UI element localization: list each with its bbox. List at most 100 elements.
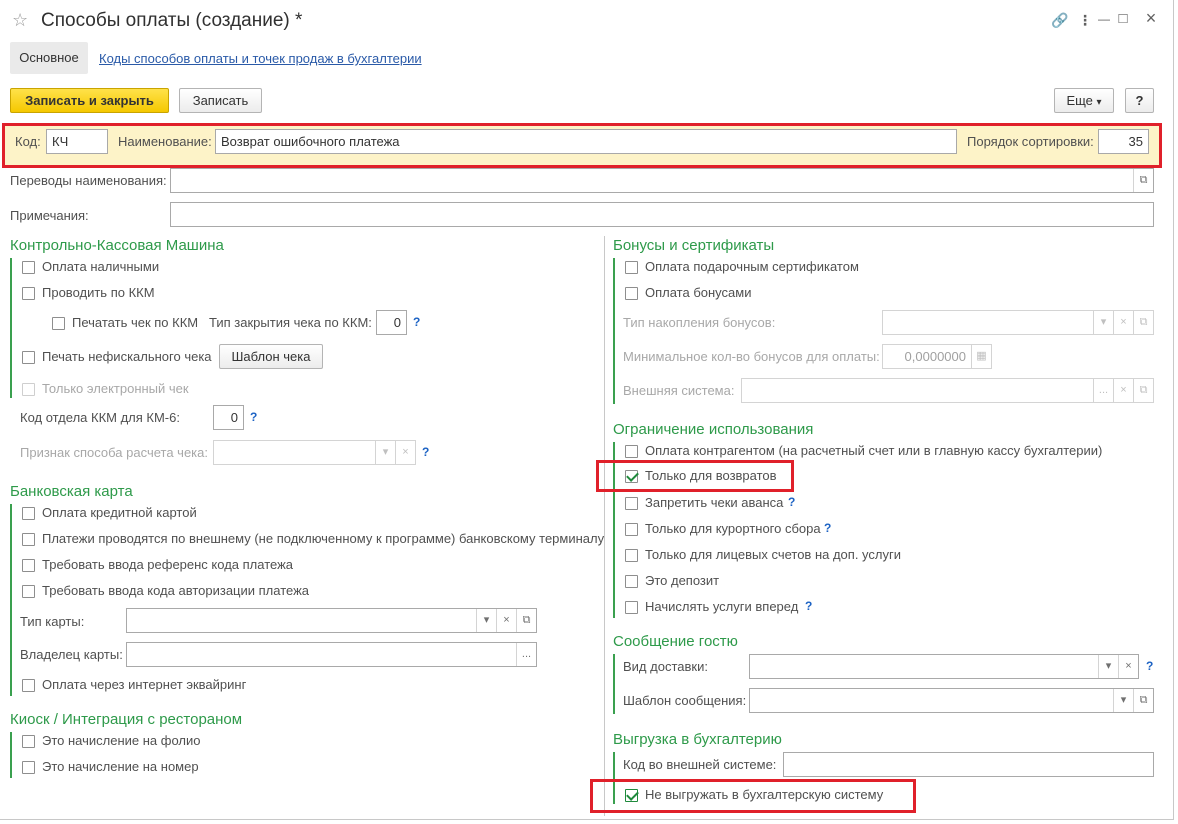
guest-message-section-title: Сообщение гостю bbox=[613, 633, 738, 650]
charge-ahead-help-icon[interactable]: ? bbox=[805, 599, 812, 613]
calc-sign-help-icon[interactable]: ? bbox=[422, 445, 429, 459]
more-menu-icon[interactable]: ⋮ bbox=[1077, 13, 1093, 27]
nonfiscal-label: Печать нефискального чека bbox=[42, 349, 212, 364]
credit-card-checkbox[interactable] bbox=[22, 507, 35, 520]
clear-icon[interactable]: × bbox=[496, 609, 516, 632]
close-icon[interactable]: × bbox=[1143, 9, 1159, 27]
no-advance-label: Запретить чеки аванса bbox=[645, 495, 784, 510]
accum-type-field[interactable]: ▾ × ⧉ bbox=[882, 310, 1154, 335]
minimize-icon[interactable]: — bbox=[1096, 12, 1112, 26]
more-button-label: Еще bbox=[1066, 93, 1093, 108]
card-owner-field[interactable]: ... bbox=[126, 642, 537, 667]
sort-order-field[interactable]: 35 bbox=[1098, 129, 1149, 154]
room-checkbox[interactable] bbox=[22, 761, 35, 774]
ext-system-field[interactable]: ... × ⧉ bbox=[741, 378, 1154, 403]
external-terminal-label: Платежи проводятся по внешнему (не подкл… bbox=[42, 531, 605, 546]
gift-cert-checkbox[interactable] bbox=[625, 261, 638, 274]
open-icon[interactable]: ⧉ bbox=[516, 609, 536, 632]
tab-main[interactable]: Основное bbox=[10, 42, 88, 74]
dropdown-icon[interactable]: ▾ bbox=[375, 441, 395, 464]
calc-sign-field[interactable]: ▾ × bbox=[213, 440, 416, 465]
charge-ahead-label: Начислять услуги вперед bbox=[645, 599, 799, 614]
card-type-label: Тип карты: bbox=[20, 614, 85, 629]
open-icon[interactable]: ⧉ bbox=[1133, 169, 1153, 192]
resort-fee-checkbox[interactable] bbox=[625, 523, 638, 536]
favorite-star-icon[interactable]: ☆ bbox=[12, 10, 28, 31]
dept-code-label: Код отдела ККМ для КМ-6: bbox=[20, 410, 180, 425]
resort-fee-help-icon[interactable]: ? bbox=[824, 521, 831, 535]
dept-code-field[interactable]: 0 bbox=[213, 405, 244, 430]
open-icon[interactable]: ⧉ bbox=[1133, 379, 1153, 402]
name-field[interactable]: Возврат ошибочного платежа bbox=[215, 129, 957, 154]
no-export-checkbox[interactable] bbox=[625, 789, 638, 802]
translations-field[interactable]: ⧉ bbox=[170, 168, 1154, 193]
code-field[interactable]: КЧ bbox=[46, 129, 108, 154]
tab-codes-link[interactable]: Коды способов оплаты и точек продаж в бу… bbox=[99, 51, 422, 66]
bank-card-section-line bbox=[10, 504, 12, 696]
charge-ahead-checkbox[interactable] bbox=[625, 601, 638, 614]
calculator-icon[interactable]: ▦ bbox=[971, 345, 991, 368]
dropdown-icon[interactable]: ▾ bbox=[1093, 311, 1113, 334]
save-and-close-button[interactable]: Записать и закрыть bbox=[10, 88, 169, 113]
bonus-pay-label: Оплата бонусами bbox=[645, 285, 752, 300]
open-icon[interactable]: ⧉ bbox=[1133, 689, 1153, 712]
folio-checkbox[interactable] bbox=[22, 735, 35, 748]
card-type-field[interactable]: ▾ × ⧉ bbox=[126, 608, 537, 633]
room-label: Это начисление на номер bbox=[42, 759, 199, 774]
help-button[interactable]: ? bbox=[1125, 88, 1154, 113]
dropdown-icon[interactable]: ▾ bbox=[1113, 689, 1133, 712]
dropdown-icon[interactable]: ▾ bbox=[1098, 655, 1118, 678]
dropdown-icon[interactable]: ▾ bbox=[476, 609, 496, 632]
min-bonus-label: Минимальное кол-во бонусов для оплаты: bbox=[623, 349, 880, 364]
message-template-field[interactable]: ▾ ⧉ bbox=[749, 688, 1154, 713]
clear-icon[interactable]: × bbox=[1113, 311, 1133, 334]
electronic-only-label: Только электронный чек bbox=[42, 381, 189, 396]
notes-field[interactable] bbox=[170, 202, 1154, 227]
min-bonus-field[interactable]: 0,0000000 ▦ bbox=[882, 344, 992, 369]
kiosk-section-line bbox=[10, 732, 12, 778]
more-button[interactable]: Еще ▾ bbox=[1054, 88, 1114, 113]
clear-icon[interactable]: × bbox=[1113, 379, 1133, 402]
no-export-label: Не выгружать в бухгалтерскую систему bbox=[645, 787, 884, 802]
delivery-help-icon[interactable]: ? bbox=[1146, 659, 1153, 673]
personal-accounts-checkbox[interactable] bbox=[625, 549, 638, 562]
maximize-icon[interactable]: □ bbox=[1115, 11, 1131, 26]
cash-checkbox[interactable] bbox=[22, 261, 35, 274]
bonus-pay-checkbox[interactable] bbox=[625, 287, 638, 300]
no-advance-help-icon[interactable]: ? bbox=[788, 495, 795, 509]
calc-sign-label: Признак способа расчета чека: bbox=[20, 445, 208, 460]
require-ref-checkbox[interactable] bbox=[22, 559, 35, 572]
deposit-checkbox[interactable] bbox=[625, 575, 638, 588]
ext-code-field[interactable] bbox=[783, 752, 1154, 777]
clear-icon[interactable]: × bbox=[1118, 655, 1138, 678]
no-advance-checkbox[interactable] bbox=[625, 497, 638, 510]
ext-code-label: Код во внешней системе: bbox=[623, 757, 777, 772]
message-template-label: Шаблон сообщения: bbox=[623, 693, 747, 708]
ellipsis-icon[interactable]: ... bbox=[516, 643, 536, 666]
resort-fee-label: Только для курортного сбора bbox=[645, 521, 821, 536]
dept-code-help-icon[interactable]: ? bbox=[250, 410, 257, 424]
print-receipt-checkbox[interactable] bbox=[52, 317, 65, 330]
open-icon[interactable]: ⧉ bbox=[1133, 311, 1153, 334]
ext-system-label: Внешняя система: bbox=[623, 383, 735, 398]
link-icon[interactable]: 🔗 bbox=[1051, 13, 1068, 27]
returns-only-checkbox[interactable] bbox=[625, 470, 638, 483]
electronic-only-checkbox[interactable] bbox=[22, 383, 35, 396]
nonfiscal-checkbox[interactable] bbox=[22, 351, 35, 364]
internet-acquiring-checkbox[interactable] bbox=[22, 679, 35, 692]
require-auth-checkbox[interactable] bbox=[22, 585, 35, 598]
delivery-field[interactable]: ▾ × bbox=[749, 654, 1139, 679]
counterparty-checkbox[interactable] bbox=[625, 445, 638, 458]
post-kkm-checkbox[interactable] bbox=[22, 287, 35, 300]
close-type-field[interactable]: 0 bbox=[376, 310, 407, 335]
min-bonus-value: 0,0000000 bbox=[904, 349, 966, 364]
external-terminal-checkbox[interactable] bbox=[22, 533, 35, 546]
require-auth-label: Требовать ввода кода авторизации платежа bbox=[42, 583, 310, 598]
save-button[interactable]: Записать bbox=[179, 88, 262, 113]
print-receipt-label: Печатать чек по ККМ bbox=[72, 315, 199, 330]
clear-icon[interactable]: × bbox=[395, 441, 415, 464]
receipt-template-button[interactable]: Шаблон чека bbox=[219, 344, 323, 369]
ellipsis-icon[interactable]: ... bbox=[1093, 379, 1113, 402]
cash-label: Оплата наличными bbox=[42, 259, 160, 274]
close-type-help-icon[interactable]: ? bbox=[413, 315, 420, 329]
